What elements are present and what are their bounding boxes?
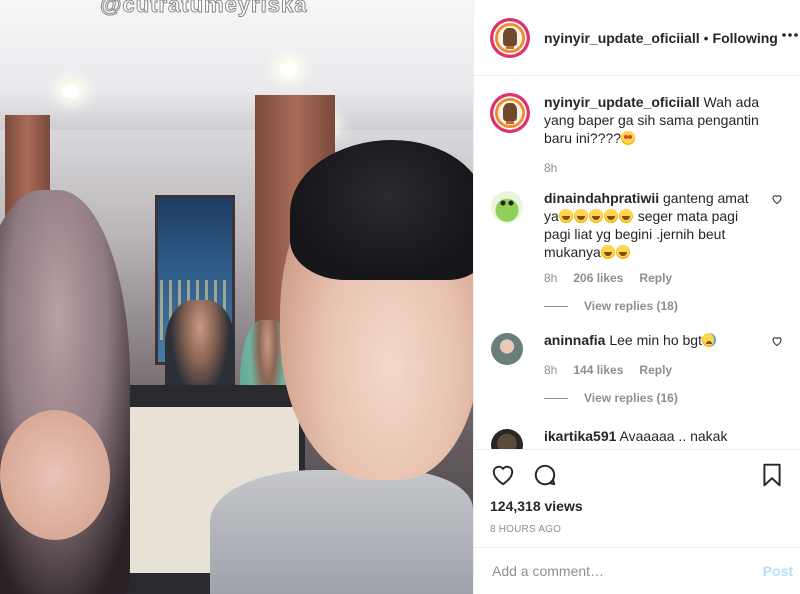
laughing-emoji: [573, 209, 588, 223]
video-watermark: @cutratumeyriska: [99, 0, 308, 18]
comment-username[interactable]: aninnafia: [544, 332, 605, 348]
replies-line: [544, 397, 568, 399]
laughing-emoji: [558, 209, 573, 223]
caption-meta: 8h: [544, 161, 785, 175]
comment-text: ikartika591 Avaaaaa .. nakak: [544, 427, 785, 445]
comment-like-icon[interactable]: [771, 193, 783, 205]
shirt: [210, 470, 473, 594]
hand: [0, 410, 110, 540]
following-button[interactable]: Following: [713, 30, 778, 46]
view-replies-button[interactable]: View replies (18): [544, 299, 785, 313]
comment-likes[interactable]: 144 likes: [573, 363, 623, 377]
laughing-emoji: [588, 209, 603, 223]
caption-text: nyinyir_update_oficiiall Wah ada yang ba…: [544, 93, 785, 147]
view-replies-button[interactable]: View replies (16): [544, 391, 785, 405]
avatar[interactable]: [490, 17, 530, 58]
caption-time[interactable]: 8h: [544, 161, 557, 175]
ceiling: [0, 0, 473, 130]
comment-likes[interactable]: 206 likes: [573, 271, 623, 285]
comment-input[interactable]: [492, 563, 763, 579]
commenter-avatar[interactable]: [491, 333, 523, 365]
comment-text: aninnafia Lee min ho bgt: [544, 331, 785, 349]
comment-item: ikartika591 Avaaaaa .. nakak: [490, 427, 785, 449]
laughing-emoji: [618, 209, 633, 223]
comment-time[interactable]: 8h: [544, 271, 557, 285]
view-replies-label: View replies (16): [584, 391, 678, 405]
add-comment-bar: Post: [474, 547, 800, 594]
view-replies-label: View replies (18): [584, 299, 678, 313]
laughing-emoji: [600, 245, 615, 259]
comment-like-icon[interactable]: [771, 335, 783, 347]
replies-line: [544, 305, 568, 307]
post-timestamp[interactable]: 8 HOURS AGO: [490, 524, 785, 535]
comment-body: Lee min ho bgt: [609, 332, 702, 348]
post-header: nyinyir_update_oficiiall • Following: [474, 0, 800, 76]
laughing-emoji: [603, 209, 618, 223]
commenter-avatar[interactable]: [491, 429, 523, 449]
comment-bubble-icon[interactable]: [532, 462, 558, 488]
caption-username[interactable]: nyinyir_update_oficiiall: [544, 94, 700, 110]
comment-meta: 8h 206 likes Reply: [544, 271, 785, 285]
comment-meta: 8h 144 likes Reply: [544, 363, 785, 377]
caption-avatar[interactable]: [490, 93, 530, 133]
separator-dot: •: [703, 29, 709, 46]
comment-username[interactable]: ikartika591: [544, 428, 616, 444]
more-horizontal-icon[interactable]: [778, 23, 800, 52]
like-heart-icon[interactable]: [490, 462, 516, 488]
ceiling-light: [62, 84, 80, 98]
comments-list[interactable]: nyinyir_update_oficiiall Wah ada yang ba…: [474, 77, 800, 449]
view-count[interactable]: 124,318 views: [490, 498, 785, 514]
comment-item: aninnafia Lee min ho bgt 8h 144 likes Re…: [490, 331, 785, 405]
ceiling-light: [280, 62, 298, 76]
comment-username[interactable]: dinaindahpratiwii: [544, 190, 659, 206]
comment-item: dinaindahpratiwii ganteng amat ya seger …: [490, 189, 785, 313]
heart-eyes-emoji: [621, 131, 636, 145]
post-panel: nyinyir_update_oficiiall • Following nyi…: [473, 0, 800, 594]
post-button[interactable]: Post: [763, 563, 793, 579]
bookmark-icon[interactable]: [759, 462, 785, 488]
post-caption: nyinyir_update_oficiiall Wah ada yang ba…: [490, 93, 785, 175]
comment-body: Avaaaaa .. nakak: [619, 428, 728, 444]
crying-emoji: [701, 333, 716, 347]
reply-button[interactable]: Reply: [639, 271, 672, 285]
post-actions: 124,318 views 8 HOURS AGO: [474, 449, 800, 535]
commenter-avatar[interactable]: [491, 191, 523, 223]
reply-button[interactable]: Reply: [639, 363, 672, 377]
header-username[interactable]: nyinyir_update_oficiiall: [544, 30, 700, 46]
post-video[interactable]: @cutratumeyriska: [0, 0, 473, 594]
laughing-emoji: [615, 245, 630, 259]
comment-text: dinaindahpratiwii ganteng amat ya seger …: [544, 189, 785, 261]
action-icons: [490, 462, 785, 488]
comment-time[interactable]: 8h: [544, 363, 557, 377]
